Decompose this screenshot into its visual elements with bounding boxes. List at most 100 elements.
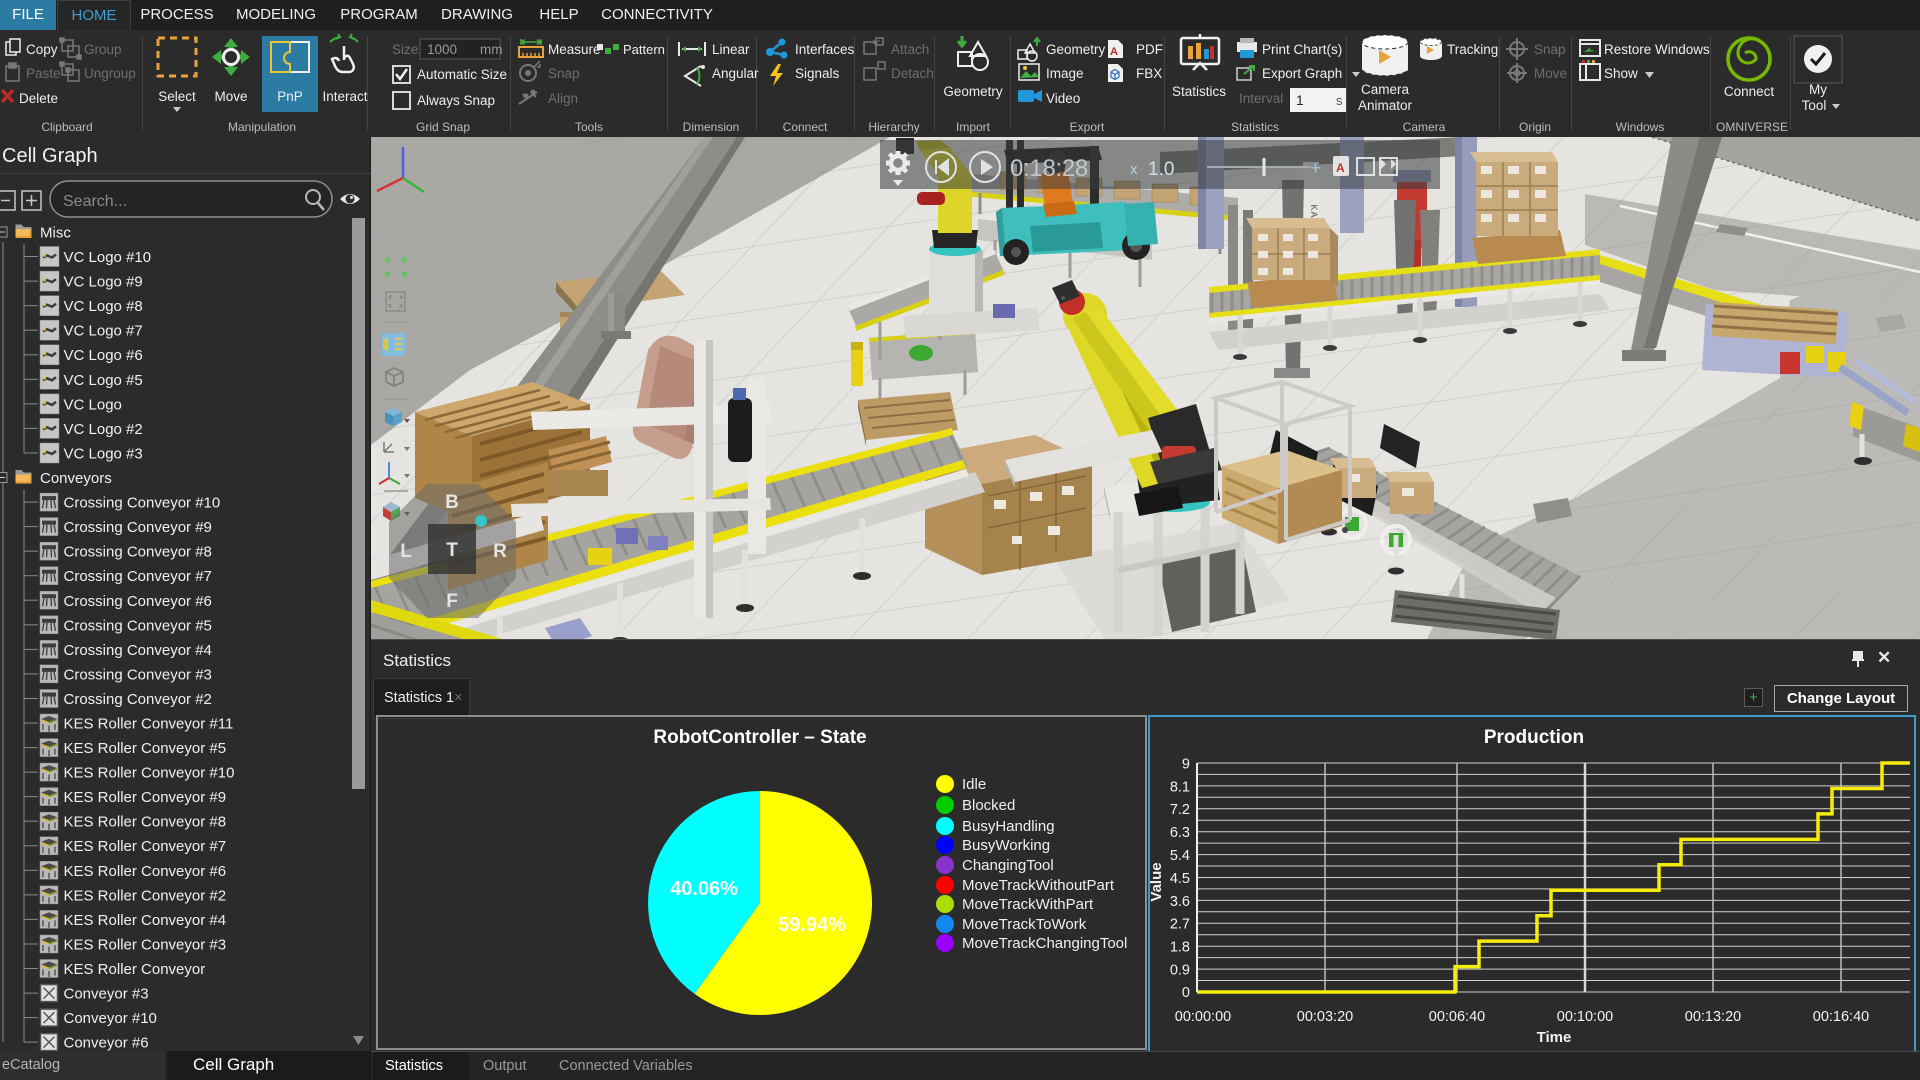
svg-text:Interval: Interval xyxy=(1239,91,1283,106)
svg-text:Crossing Conveyor #7: Crossing Conveyor #7 xyxy=(64,568,212,585)
svg-text:Move: Move xyxy=(214,89,247,104)
svg-text:Search...: Search... xyxy=(63,193,127,210)
svg-text:VC Logo #8: VC Logo #8 xyxy=(64,298,143,315)
svg-text:Value: Value xyxy=(1150,862,1165,901)
svg-text:Crossing Conveyor #2: Crossing Conveyor #2 xyxy=(64,691,212,708)
svg-text:00:00:00: 00:00:00 xyxy=(1175,1009,1231,1025)
svg-text:Misc: Misc xyxy=(40,225,71,242)
svg-text:PDF: PDF xyxy=(1136,42,1163,57)
svg-text:MoveTrackWithoutPart: MoveTrackWithoutPart xyxy=(962,877,1115,894)
svg-text:Animator: Animator xyxy=(1358,98,1413,113)
svg-text:2.7: 2.7 xyxy=(1170,917,1190,933)
svg-text:Export Graph: Export Graph xyxy=(1262,66,1342,81)
svg-text:MoveTrackChangingTool: MoveTrackChangingTool xyxy=(962,935,1127,952)
svg-text:Snap: Snap xyxy=(548,66,580,81)
svg-text:MoveTrackWithPart: MoveTrackWithPart xyxy=(962,896,1094,913)
svg-text:Conveyor #3: Conveyor #3 xyxy=(64,986,149,1003)
svg-text:Production: Production xyxy=(1484,727,1584,748)
svg-text:Statistics: Statistics xyxy=(1172,84,1226,99)
svg-text:Show: Show xyxy=(1604,66,1638,81)
svg-text:Time: Time xyxy=(1537,1029,1572,1046)
svg-text:Pattern: Pattern xyxy=(623,42,665,57)
svg-text:Conveyor #6: Conveyor #6 xyxy=(64,1035,149,1051)
svg-text:1.8: 1.8 xyxy=(1170,940,1190,956)
svg-text:Crossing Conveyor #3: Crossing Conveyor #3 xyxy=(64,666,212,683)
svg-text:Connect: Connect xyxy=(1724,84,1775,99)
svg-text:RobotController – State: RobotController – State xyxy=(653,727,866,748)
svg-text:Geometry: Geometry xyxy=(943,84,1003,99)
svg-text:Always Snap: Always Snap xyxy=(417,93,495,108)
svg-text:Interfaces: Interfaces xyxy=(795,42,855,57)
svg-text:Geometry: Geometry xyxy=(1046,42,1106,57)
svg-text:A: A xyxy=(1336,161,1345,175)
svg-text:1: 1 xyxy=(1296,92,1304,108)
svg-text:40.06%: 40.06% xyxy=(670,878,738,900)
svg-text:Crossing Conveyor #9: Crossing Conveyor #9 xyxy=(64,519,212,536)
svg-text:VC Logo #10: VC Logo #10 xyxy=(64,249,152,266)
svg-text:T: T xyxy=(446,540,458,561)
svg-text:00:03:20: 00:03:20 xyxy=(1297,1009,1353,1025)
svg-text:My: My xyxy=(1809,82,1827,97)
svg-text:4.5: 4.5 xyxy=(1170,871,1190,887)
svg-text:00:13:20: 00:13:20 xyxy=(1685,1009,1741,1025)
svg-text:B: B xyxy=(445,492,459,513)
svg-text:BusyHandling: BusyHandling xyxy=(962,818,1055,835)
svg-text:VC Logo #7: VC Logo #7 xyxy=(64,323,143,340)
svg-text:9: 9 xyxy=(1182,756,1190,772)
svg-text:0.9: 0.9 xyxy=(1170,963,1190,979)
svg-text:6.3: 6.3 xyxy=(1170,825,1190,841)
svg-text:KES Roller Conveyor #8: KES Roller Conveyor #8 xyxy=(64,814,227,831)
svg-text:Attach: Attach xyxy=(891,42,929,57)
svg-text:Tool: Tool xyxy=(1802,98,1827,113)
svg-text:Ungroup: Ungroup xyxy=(84,66,136,81)
svg-text:MoveTrackToWork: MoveTrackToWork xyxy=(962,916,1087,933)
svg-text:1000: 1000 xyxy=(427,42,457,57)
svg-text:Crossing Conveyor #6: Crossing Conveyor #6 xyxy=(64,593,212,610)
svg-text:KES Roller Conveyor #4: KES Roller Conveyor #4 xyxy=(64,912,227,929)
svg-text:Move: Move xyxy=(1534,66,1567,81)
svg-text:VC Logo #9: VC Logo #9 xyxy=(64,274,143,291)
svg-text:00:10:00: 00:10:00 xyxy=(1557,1009,1613,1025)
svg-text:Linear: Linear xyxy=(712,42,750,57)
svg-text:Automatic Size: Automatic Size xyxy=(417,67,507,82)
svg-text:Image: Image xyxy=(1046,66,1084,81)
svg-text:Detach: Detach xyxy=(891,66,934,81)
svg-text:00:16:40: 00:16:40 xyxy=(1813,1009,1869,1025)
svg-text:Camera: Camera xyxy=(1361,82,1410,97)
svg-text:Tracking: Tracking xyxy=(1447,42,1498,57)
svg-text:3.6: 3.6 xyxy=(1170,894,1190,910)
svg-text:Delete: Delete xyxy=(19,91,58,106)
svg-text:KES Roller Conveyor #5: KES Roller Conveyor #5 xyxy=(64,740,227,757)
svg-text:Size: Size xyxy=(392,42,418,57)
svg-text:Restore Windows: Restore Windows xyxy=(1604,42,1710,57)
svg-text:Group: Group xyxy=(84,42,122,57)
svg-text:KES Roller Conveyor #3: KES Roller Conveyor #3 xyxy=(64,937,227,954)
svg-text:Align: Align xyxy=(548,91,578,106)
svg-text:5.4: 5.4 xyxy=(1170,848,1190,864)
svg-text:VC Logo #6: VC Logo #6 xyxy=(64,347,143,364)
svg-text:KES Roller Conveyor: KES Roller Conveyor xyxy=(64,961,206,978)
svg-text:Interact: Interact xyxy=(322,89,367,104)
svg-text:Conveyor #10: Conveyor #10 xyxy=(64,1010,157,1027)
svg-text:F: F xyxy=(446,591,458,612)
svg-text:x: x xyxy=(1130,161,1138,178)
svg-text:Idle: Idle xyxy=(962,776,986,793)
svg-text:1.0: 1.0 xyxy=(1148,159,1174,180)
svg-text:Print Chart(s): Print Chart(s) xyxy=(1262,42,1342,57)
svg-text:59.94%: 59.94% xyxy=(778,914,846,936)
svg-text:L: L xyxy=(400,541,412,562)
svg-text:VC Logo #2: VC Logo #2 xyxy=(64,421,143,438)
svg-text:8.1: 8.1 xyxy=(1170,779,1190,795)
svg-text:Select: Select xyxy=(158,89,196,104)
svg-text:KES Roller Conveyor #10: KES Roller Conveyor #10 xyxy=(64,765,235,782)
svg-text:Paste: Paste xyxy=(26,66,61,81)
svg-text:00:06:40: 00:06:40 xyxy=(1429,1009,1485,1025)
svg-text:0: 0 xyxy=(1182,985,1190,1001)
svg-text:Blocked: Blocked xyxy=(962,797,1015,814)
svg-text:Video: Video xyxy=(1046,91,1080,106)
svg-text:0:18:28: 0:18:28 xyxy=(1010,155,1088,182)
svg-text:Snap: Snap xyxy=(1534,42,1566,57)
svg-text:PnP: PnP xyxy=(277,89,303,104)
svg-text:Copy: Copy xyxy=(26,42,58,57)
svg-text:KES Roller Conveyor #9: KES Roller Conveyor #9 xyxy=(64,789,227,806)
